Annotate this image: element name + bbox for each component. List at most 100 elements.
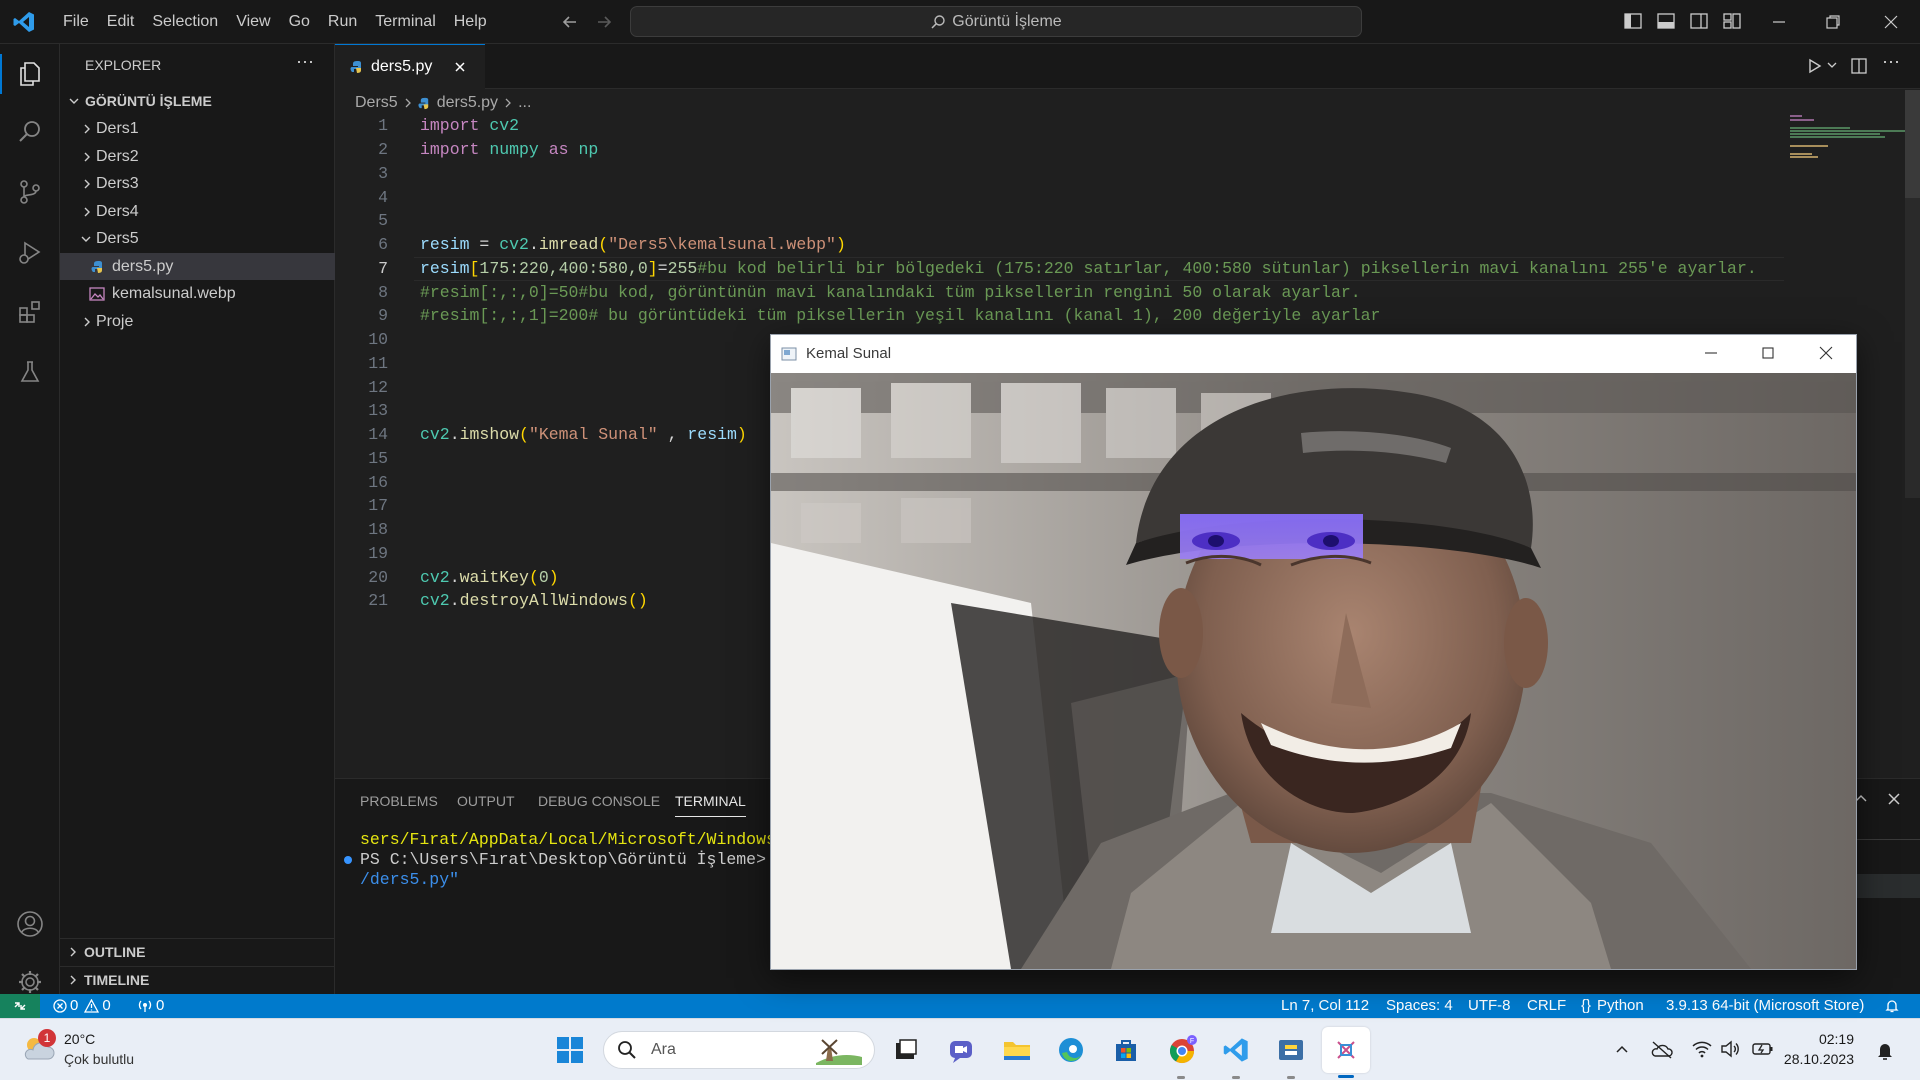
line-number: 20 <box>368 568 388 587</box>
editor-scrollbar-thumb[interactable] <box>1905 90 1920 198</box>
toggle-secondary-sidebar-icon[interactable] <box>1690 13 1708 29</box>
file-explorer-icon[interactable] <box>1002 1036 1032 1064</box>
tree-item-ders5[interactable]: Ders5 <box>60 225 335 252</box>
show-hidden-icons-chevron-icon[interactable] <box>1614 1042 1630 1058</box>
menu-go[interactable]: Go <box>280 13 319 31</box>
image-window[interactable]: Kemal Sunal <box>770 334 1857 970</box>
windows-start-icon[interactable] <box>556 1036 584 1064</box>
end-of-line[interactable]: CRLF <box>1527 997 1566 1014</box>
warning-count: 0 <box>102 997 111 1014</box>
code-line: cv2.destroyAllWindows() <box>420 591 648 610</box>
source-control-icon[interactable] <box>10 172 50 212</box>
indentation[interactable]: Spaces: 4 <box>1386 997 1453 1014</box>
menu-view[interactable]: View <box>227 13 279 31</box>
battery-icon[interactable] <box>1752 1041 1774 1057</box>
code-token: ) <box>736 425 747 444</box>
minimize-icon[interactable] <box>1770 13 1788 31</box>
python-app-icon[interactable] <box>1277 1036 1305 1064</box>
menu-run[interactable]: Run <box>319 13 366 31</box>
close-icon[interactable] <box>1818 345 1834 361</box>
timeline-section[interactable]: TIMELINE <box>60 966 335 994</box>
edge-browser-icon[interactable] <box>1057 1036 1085 1064</box>
menu-file[interactable]: File <box>54 13 98 31</box>
outline-section[interactable]: OUTLINE <box>60 938 335 966</box>
code-token: destroyAllWindows <box>459 591 628 610</box>
maximize-icon[interactable] <box>1760 345 1776 361</box>
breadcrumb-folder[interactable]: Ders5 <box>355 94 398 112</box>
accounts-icon[interactable] <box>10 904 50 944</box>
editor-more-actions-icon[interactable]: ⋯ <box>1882 52 1900 73</box>
restore-icon[interactable] <box>1824 13 1842 31</box>
tree-item-kemalsunal-webp[interactable]: kemalsunal.webp <box>60 280 335 307</box>
problems-indicator[interactable]: 0 0 <box>53 997 111 1014</box>
close-panel-icon[interactable] <box>1887 792 1901 806</box>
explorer-icon[interactable] <box>10 54 50 94</box>
tree-item-ders2[interactable]: Ders2 <box>60 143 335 170</box>
notifications-bell-icon[interactable] <box>1884 998 1900 1014</box>
language-mode[interactable]: {} Python <box>1581 997 1644 1014</box>
tree-item-ders3[interactable]: Ders3 <box>60 170 335 197</box>
clock-date[interactable]: 28.10.2023 <box>1774 1051 1854 1067</box>
terminal-list-item[interactable] <box>1855 874 1920 898</box>
taskbar-search-box[interactable]: Ara <box>603 1031 875 1069</box>
toggle-primary-sidebar-icon[interactable] <box>1624 13 1642 29</box>
chrome-browser-icon[interactable]: F <box>1167 1034 1199 1066</box>
tree-item-ders5-py[interactable]: ders5.py <box>60 253 335 280</box>
menu-edit[interactable]: Edit <box>98 13 144 31</box>
customize-layout-icon[interactable] <box>1723 13 1741 29</box>
search-activity-icon[interactable] <box>10 112 50 152</box>
tab-output[interactable]: OUTPUT <box>457 793 515 809</box>
testing-flask-icon[interactable] <box>10 352 50 392</box>
extensions-icon[interactable] <box>10 292 50 332</box>
back-arrow-icon[interactable] <box>560 12 580 32</box>
cursor-position[interactable]: Ln 7, Col 112 <box>1281 997 1369 1014</box>
menu-terminal[interactable]: Terminal <box>366 13 444 31</box>
menu-selection[interactable]: Selection <box>143 13 227 31</box>
tree-item-ders4[interactable]: Ders4 <box>60 198 335 225</box>
microsoft-store-icon[interactable] <box>1112 1036 1140 1064</box>
image-window-titlebar[interactable]: Kemal Sunal <box>771 335 1856 373</box>
teams-chat-icon[interactable] <box>947 1036 975 1064</box>
minimize-icon[interactable] <box>1703 345 1719 361</box>
run-dropdown-chevron-icon[interactable] <box>1826 59 1838 71</box>
python-interpreter[interactable]: 3.9.13 64-bit (Microsoft Store) <box>1666 997 1864 1014</box>
split-editor-icon[interactable] <box>1850 57 1868 75</box>
minimap[interactable] <box>1790 115 1905 175</box>
tree-item-proje[interactable]: Proje <box>60 308 335 335</box>
svg-text:F: F <box>1190 1038 1194 1045</box>
forward-arrow-icon[interactable] <box>594 12 614 32</box>
editor-scrollbar-track[interactable] <box>1905 198 1920 498</box>
clock-time[interactable]: 02:19 <box>1794 1031 1854 1047</box>
file-encoding[interactable]: UTF-8 <box>1468 997 1511 1014</box>
tab-problems[interactable]: PROBLEMS <box>360 793 438 809</box>
code-token: . <box>449 591 460 610</box>
tab-ders5-py[interactable]: ders5.py <box>335 44 485 89</box>
close-window-icon[interactable] <box>1882 13 1900 31</box>
weather-temp: 20°C <box>64 1031 96 1047</box>
volume-icon[interactable] <box>1720 1040 1740 1058</box>
opencv-window-taskbar-button[interactable] <box>1322 1027 1370 1073</box>
run-python-icon[interactable] <box>1805 57 1823 75</box>
toggle-panel-icon[interactable] <box>1657 13 1675 29</box>
workspace-folder[interactable]: GÖRÜNTÜ İŞLEME <box>60 87 335 114</box>
breadcrumb-file[interactable]: ders5.py <box>437 94 498 112</box>
ports-indicator[interactable]: 0 <box>137 997 164 1014</box>
chevron-right-icon <box>60 946 84 958</box>
command-center-search[interactable]: Görüntü İşleme <box>630 6 1362 37</box>
remote-indicator[interactable] <box>0 994 40 1018</box>
code-token: () <box>627 591 648 610</box>
close-tab-icon[interactable] <box>454 61 466 73</box>
vscode-taskbar-icon[interactable] <box>1222 1036 1250 1064</box>
task-view-icon[interactable] <box>892 1036 920 1064</box>
more-actions-icon[interactable]: ⋯ <box>296 52 314 73</box>
onedrive-offline-icon[interactable] <box>1651 1040 1673 1060</box>
run-debug-icon[interactable] <box>10 232 50 272</box>
wifi-icon[interactable] <box>1692 1040 1712 1058</box>
breadcrumb-more[interactable]: ... <box>518 94 531 112</box>
tab-debug-console[interactable]: DEBUG CONSOLE <box>538 793 660 809</box>
image-file-icon <box>60 286 112 301</box>
menu-help[interactable]: Help <box>445 13 496 31</box>
notification-bell-icon[interactable] <box>1876 1041 1894 1061</box>
tree-item-ders1[interactable]: Ders1 <box>60 115 335 142</box>
tab-terminal[interactable]: TERMINAL <box>675 793 746 817</box>
